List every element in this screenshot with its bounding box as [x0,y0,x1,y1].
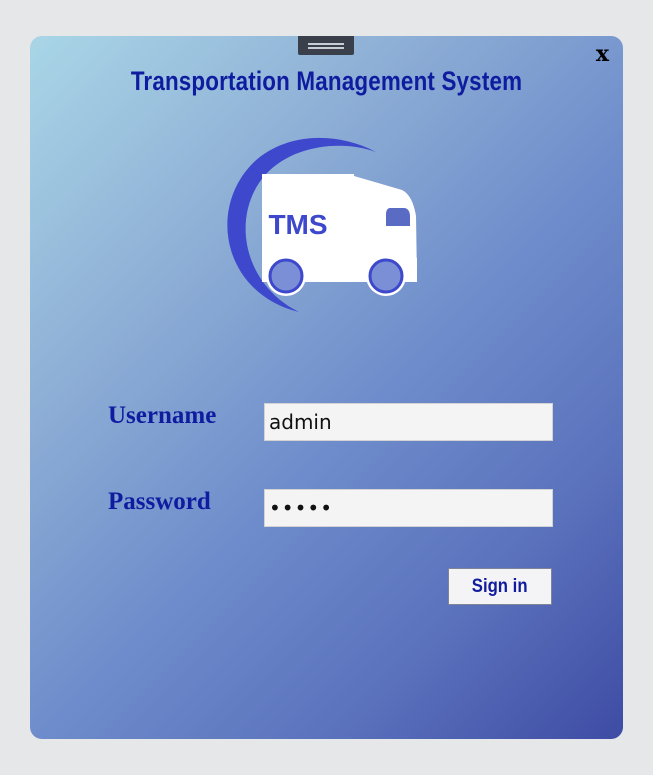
password-label: Password [108,488,211,515]
signin-button-label: Sign in [472,575,528,597]
grip-line [308,47,344,49]
login-window: x Transportation Management System TMS U… [30,36,623,739]
username-label: Username [108,402,217,429]
truck-icon: TMS [227,137,417,312]
username-input[interactable] [264,403,553,441]
truck-wheel-front-inner [368,258,404,294]
signin-button[interactable]: Sign in [448,568,552,605]
close-button[interactable]: x [596,42,609,66]
logo-text: TMS [268,209,327,240]
truck-window [386,208,410,226]
app-title: Transportation Management System [130,66,523,96]
truck-wheel-rear-inner [268,258,304,294]
password-input[interactable] [264,489,553,527]
drag-handle[interactable] [298,36,354,55]
grip-line [308,43,344,45]
